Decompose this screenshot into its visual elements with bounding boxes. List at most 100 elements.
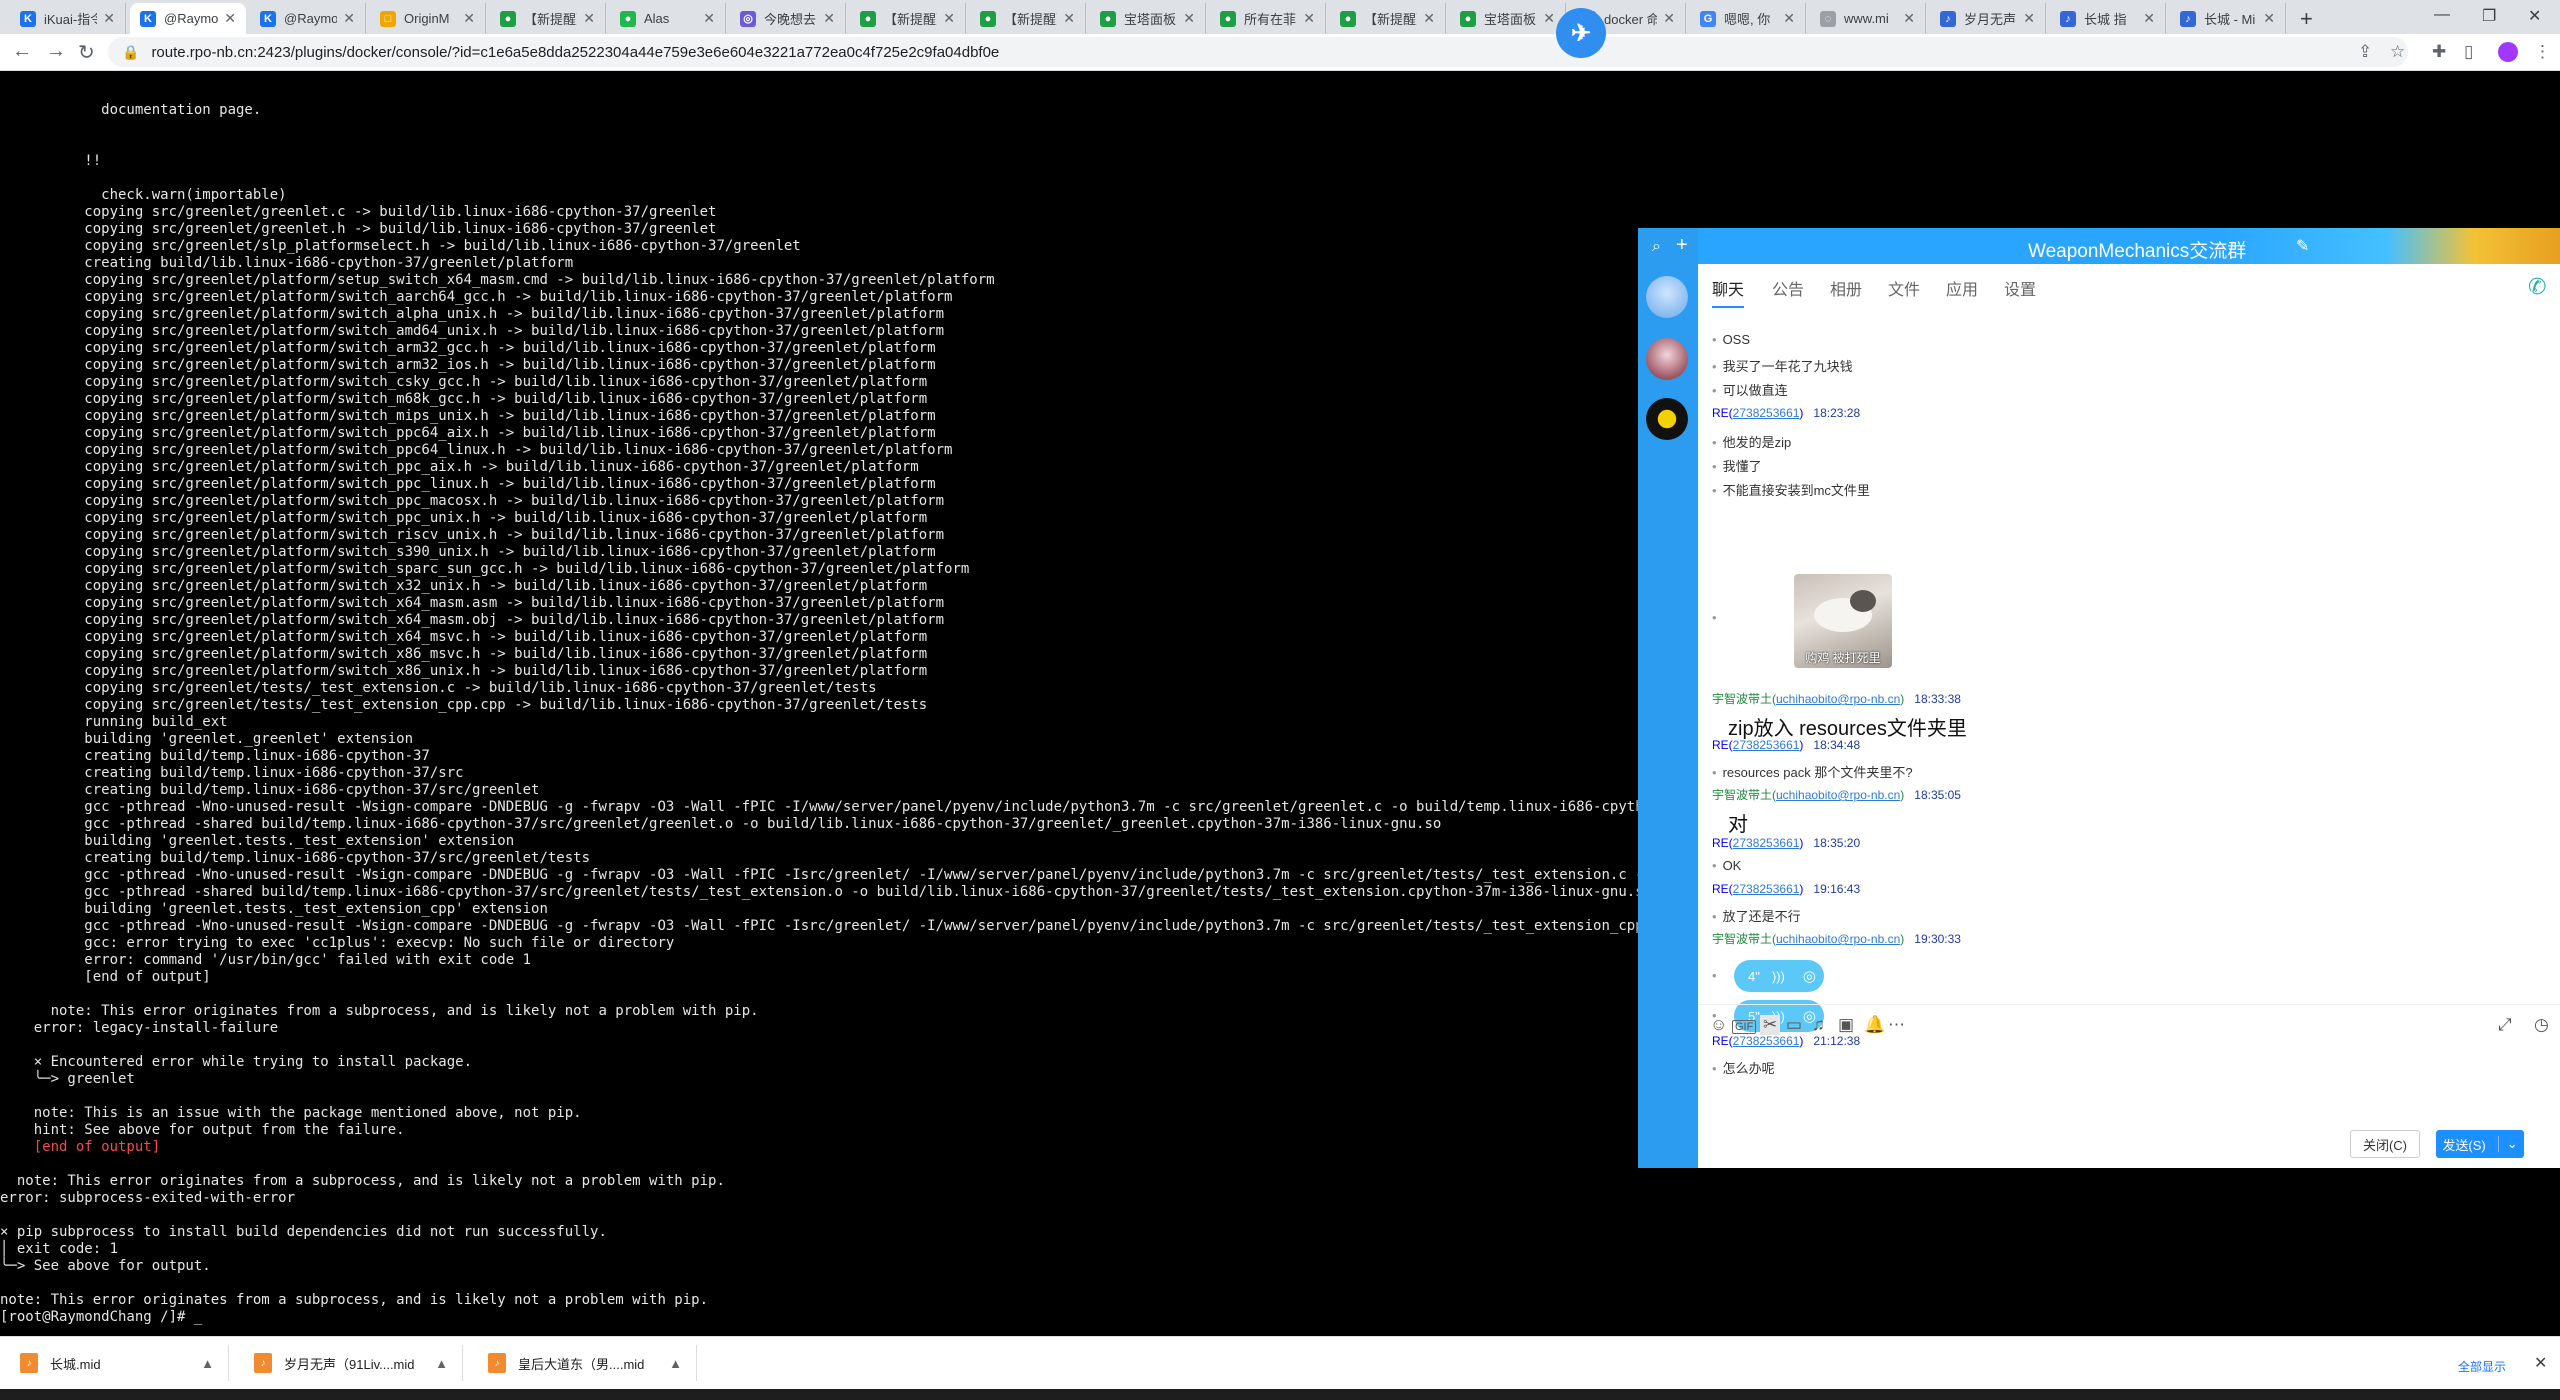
tab-close-icon[interactable]: ✕ [1183,10,1195,27]
qq-tab[interactable]: 设置 [2004,276,2036,300]
gif-icon[interactable]: GIF [1732,1015,1757,1035]
screenshot-scissors-icon[interactable]: ✂ [1760,1015,1781,1035]
sender-id-link[interactable]: uchihaobito@rpo-nb.cn [1776,788,1900,802]
floating-bird-logo-icon[interactable]: ✈ [1556,8,1606,58]
lock-icon[interactable]: 🔒 [122,44,139,61]
reload-icon[interactable]: ↻ [78,40,95,65]
music-icon[interactable]: ♫ [1812,1015,1825,1035]
qq-tab[interactable]: 聊天 [1712,276,1745,308]
back-icon[interactable]: ← [12,40,32,63]
browser-tab[interactable]: G 嗯嗯, 你 ✕ [1690,3,1806,34]
new-tab-button[interactable]: + [2300,6,2313,32]
search-icon[interactable]: ⌕ [1652,238,1661,256]
tab-close-icon[interactable]: ✕ [583,10,595,27]
docker-console-terminal[interactable]: documentation page. !! check.warn(import… [0,102,1640,1332]
tab-close-icon[interactable]: ✕ [2143,10,2155,27]
extensions-icon[interactable]: ✚ [2432,42,2446,62]
emoji-icon[interactable]: ☺ [1710,1015,1727,1035]
browser-tab[interactable]: ♪ 长城 指 ✕ [2050,3,2166,34]
browser-menu-icon[interactable]: ⋮ [2534,42,2551,62]
share-icon[interactable]: ⇪ [2358,42,2372,62]
browser-tab[interactable]: K @Raymo ✕ [250,3,366,34]
browser-tab[interactable]: ♪ 岁月无声 ✕ [1930,3,2046,34]
tab-close-icon[interactable]: ✕ [823,10,835,27]
folder-icon[interactable]: ▭ [1786,1015,1802,1035]
sender-name[interactable]: 宇智波带土( [1712,692,1776,706]
sender-id-link[interactable]: uchihaobito@rpo-nb.cn [1776,932,1900,946]
chevron-up-icon[interactable]: ▲ [669,1356,682,1371]
tab-close-icon[interactable]: ✕ [224,10,236,27]
close-window-icon[interactable]: ✕ [2528,6,2541,26]
qq-tab[interactable]: 公告 [1772,276,1804,300]
qq-tab[interactable]: 相册 [1830,276,1862,300]
sender-id-link[interactable]: 2738253661 [1733,882,1800,896]
tab-close-icon[interactable]: ✕ [943,10,955,27]
browser-tab[interactable]: ● 【新提醒】 ✕ [970,3,1086,34]
browser-tab[interactable]: ● 宝塔面板 ✕ [1090,3,1206,34]
more-icon[interactable]: ⋯ [1888,1015,1905,1035]
browser-tab[interactable]: ● 【新提醒】 ✕ [1330,3,1446,34]
history-clock-icon[interactable]: ◷ [2534,1015,2549,1035]
sender-id-link[interactable]: 2738253661 [1733,836,1800,850]
browser-tab[interactable]: ● Alas ✕ [610,3,726,34]
image-icon[interactable]: ▣ [1838,1015,1854,1035]
browser-tab[interactable]: ♪ 长城 - Mi ✕ [2170,3,2286,34]
qq-tab[interactable]: 文件 [1888,276,1920,300]
add-icon[interactable]: + [1676,234,1688,257]
expand-icon[interactable]: ⤢ [2498,1015,2512,1035]
chevron-up-icon[interactable]: ▲ [435,1356,448,1371]
edit-icon[interactable]: ✎ [2296,236,2309,256]
voice-to-text-icon[interactable]: ◎ [1803,967,1816,985]
sender-id-link[interactable]: 2738253661 [1733,738,1800,752]
browser-tab[interactable]: ● 【新提醒】 ✕ [850,3,966,34]
chevron-up-icon[interactable]: ▲ [201,1356,214,1371]
tab-close-icon[interactable]: ✕ [1063,10,1075,27]
profile-avatar[interactable] [2498,42,2518,62]
tab-close-icon[interactable]: ✕ [703,10,715,27]
voice-message[interactable]: 4"))) ◎ [1734,960,1824,992]
sender-id-link[interactable]: uchihaobito@rpo-nb.cn [1776,692,1900,706]
browser-tab[interactable]: ◎ 今晚想去 ✕ [730,3,846,34]
close-icon[interactable]: ✕ [2534,1353,2547,1373]
tab-close-icon[interactable]: ✕ [2263,10,2275,27]
tab-close-icon[interactable]: ✕ [1303,10,1315,27]
browser-tab[interactable]: KiKuai-指令 ✕ [10,3,126,34]
sender-name[interactable]: 宇智波带土( [1712,788,1776,802]
tab-close-icon[interactable]: ✕ [103,10,115,27]
avatar[interactable] [1646,338,1688,380]
cat-meme-image[interactable]: 购鸡 被打死里 [1794,574,1892,668]
download-item[interactable]: ♪ 皇后大道东（男....mid ▲ [470,1345,697,1381]
browser-tab[interactable]: □ OriginM ✕ [370,3,486,34]
sender-name[interactable]: RE( [1712,836,1733,850]
phone-icon[interactable]: ✆ [2528,274,2546,300]
minimize-icon[interactable]: — [2434,6,2450,24]
close-button[interactable]: 关闭(C) [2350,1130,2420,1158]
bookmark-star-icon[interactable]: ☆ [2390,42,2405,62]
tab-close-icon[interactable]: ✕ [1543,10,1555,27]
address-bar[interactable]: 🔒 route.rpo-nb.cn:2423/plugins/docker/co… [108,37,2408,67]
browser-tab[interactable]: K @Raymond ✕ [130,3,246,34]
url-text[interactable]: route.rpo-nb.cn:2423/plugins/docker/cons… [151,44,999,61]
tab-close-icon[interactable]: ✕ [1783,10,1795,27]
download-item[interactable]: ♪ 长城.mid ▲ [2,1345,229,1381]
chevron-down-icon[interactable]: ⌄ [2497,1136,2518,1152]
show-all-downloads-link[interactable]: 全部显示 [2458,1358,2506,1375]
tab-close-icon[interactable]: ✕ [2023,10,2035,27]
send-button[interactable]: 发送(S) ⌄ [2436,1130,2524,1158]
browser-tab[interactable]: ● 所有在菲 ✕ [1210,3,1326,34]
tab-close-icon[interactable]: ✕ [463,10,475,27]
avatar[interactable] [1646,276,1688,318]
tab-close-icon[interactable]: ✕ [1903,10,1915,27]
maximize-icon[interactable]: ❐ [2482,6,2496,26]
bell-icon[interactable]: 🔔 [1864,1015,1885,1035]
sender-name[interactable]: RE( [1712,738,1733,752]
tab-close-icon[interactable]: ✕ [343,10,355,27]
sender-name[interactable]: 宇智波带土( [1712,932,1776,946]
sender-name[interactable]: RE( [1712,882,1733,896]
avatar[interactable] [1646,398,1688,440]
forward-icon[interactable]: → [46,40,66,63]
tab-close-icon[interactable]: ✕ [1663,10,1675,27]
sender-name[interactable]: RE( [1712,406,1733,420]
download-item[interactable]: ♪ 岁月无声（91Liv....mid ▲ [236,1345,463,1381]
message-input[interactable] [1698,1046,2560,1166]
